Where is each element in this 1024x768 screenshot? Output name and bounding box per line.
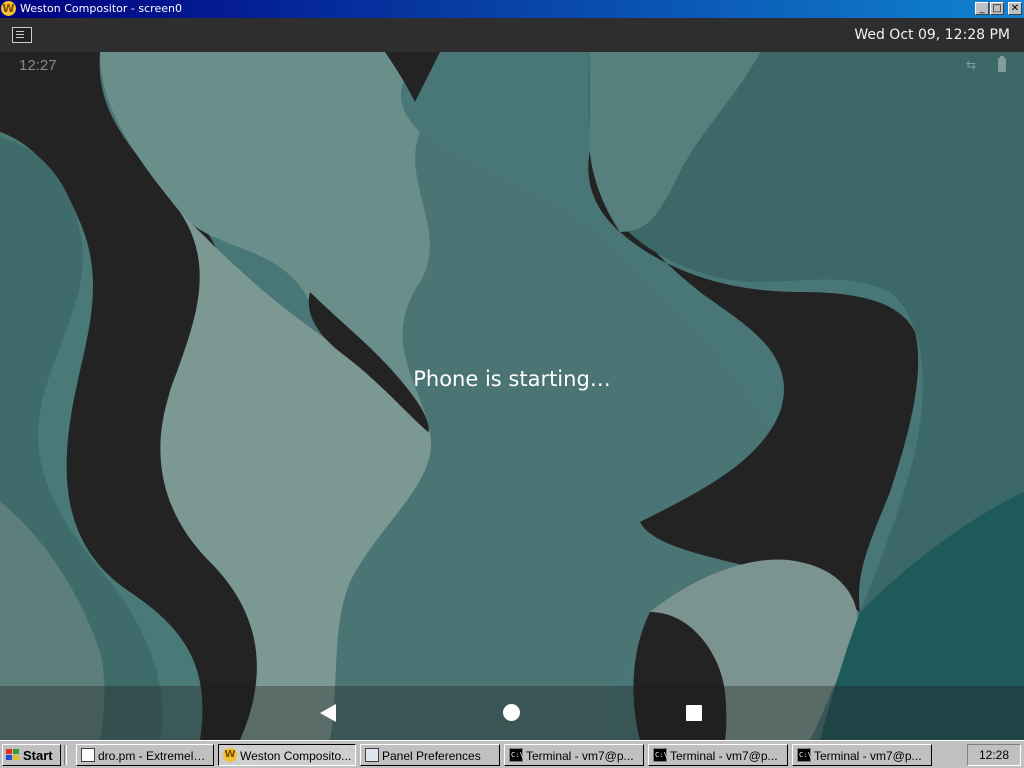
boot-message: Phone is starting…: [413, 367, 611, 391]
task-button[interactable]: C:\ Terminal - vm7@p...: [792, 744, 932, 766]
task-button[interactable]: Panel Preferences: [360, 744, 500, 766]
terminal-icon: C:\: [509, 748, 524, 762]
wallpaper: [0, 52, 1024, 740]
tray-clock[interactable]: 12:28: [967, 744, 1021, 766]
task-label: Terminal - vm7@p...: [526, 749, 634, 763]
weston-top-panel: Wed Oct 09, 12:28 PM: [0, 18, 1024, 52]
panel-clock: Wed Oct 09, 12:28 PM: [854, 27, 1010, 43]
taskbar-grip: [64, 745, 67, 765]
minimize-button[interactable]: _: [975, 2, 989, 15]
status-bar-icons: ⇆: [966, 56, 1006, 74]
document-icon: [81, 748, 95, 762]
task-button[interactable]: dro.pm - Extremely ...: [76, 744, 214, 766]
window-title-bar[interactable]: W Weston Compositor - screen0 _ □ ✕: [0, 0, 1024, 18]
weston-icon: W: [1, 1, 16, 16]
status-bar-time: 12:27: [19, 57, 57, 74]
task-label: Terminal - vm7@p...: [670, 749, 778, 763]
task-label: Weston Composito...: [240, 749, 352, 763]
recents-icon[interactable]: [686, 705, 702, 721]
start-label: Start: [23, 748, 53, 763]
battery-icon: [998, 56, 1006, 72]
task-label: dro.pm - Extremely ...: [98, 749, 210, 763]
task-button-active[interactable]: W Weston Composito...: [218, 744, 356, 766]
terminal-launcher-icon[interactable]: [12, 27, 32, 43]
back-icon[interactable]: [320, 704, 336, 722]
window-title: Weston Compositor - screen0: [20, 2, 182, 15]
close-button[interactable]: ✕: [1008, 2, 1022, 15]
preferences-icon: [365, 748, 379, 762]
android-nav-bar: [0, 686, 1024, 740]
weston-icon: W: [223, 748, 237, 762]
taskbar: Start dro.pm - Extremely ... W Weston Co…: [0, 740, 1024, 768]
terminal-icon: C:\: [797, 748, 812, 762]
android-screen: 12:27 ⇆ Phone is starting…: [0, 52, 1024, 740]
start-button[interactable]: Start: [2, 744, 61, 766]
home-icon[interactable]: [503, 704, 520, 721]
windows-flag-icon: [6, 749, 19, 760]
maximize-button[interactable]: □: [990, 2, 1004, 15]
task-label: Panel Preferences: [382, 749, 481, 763]
data-arrows-icon: ⇆: [966, 58, 977, 72]
task-button[interactable]: C:\ Terminal - vm7@p...: [504, 744, 644, 766]
task-label: Terminal - vm7@p...: [814, 749, 922, 763]
task-button[interactable]: C:\ Terminal - vm7@p...: [648, 744, 788, 766]
terminal-icon: C:\: [653, 748, 668, 762]
